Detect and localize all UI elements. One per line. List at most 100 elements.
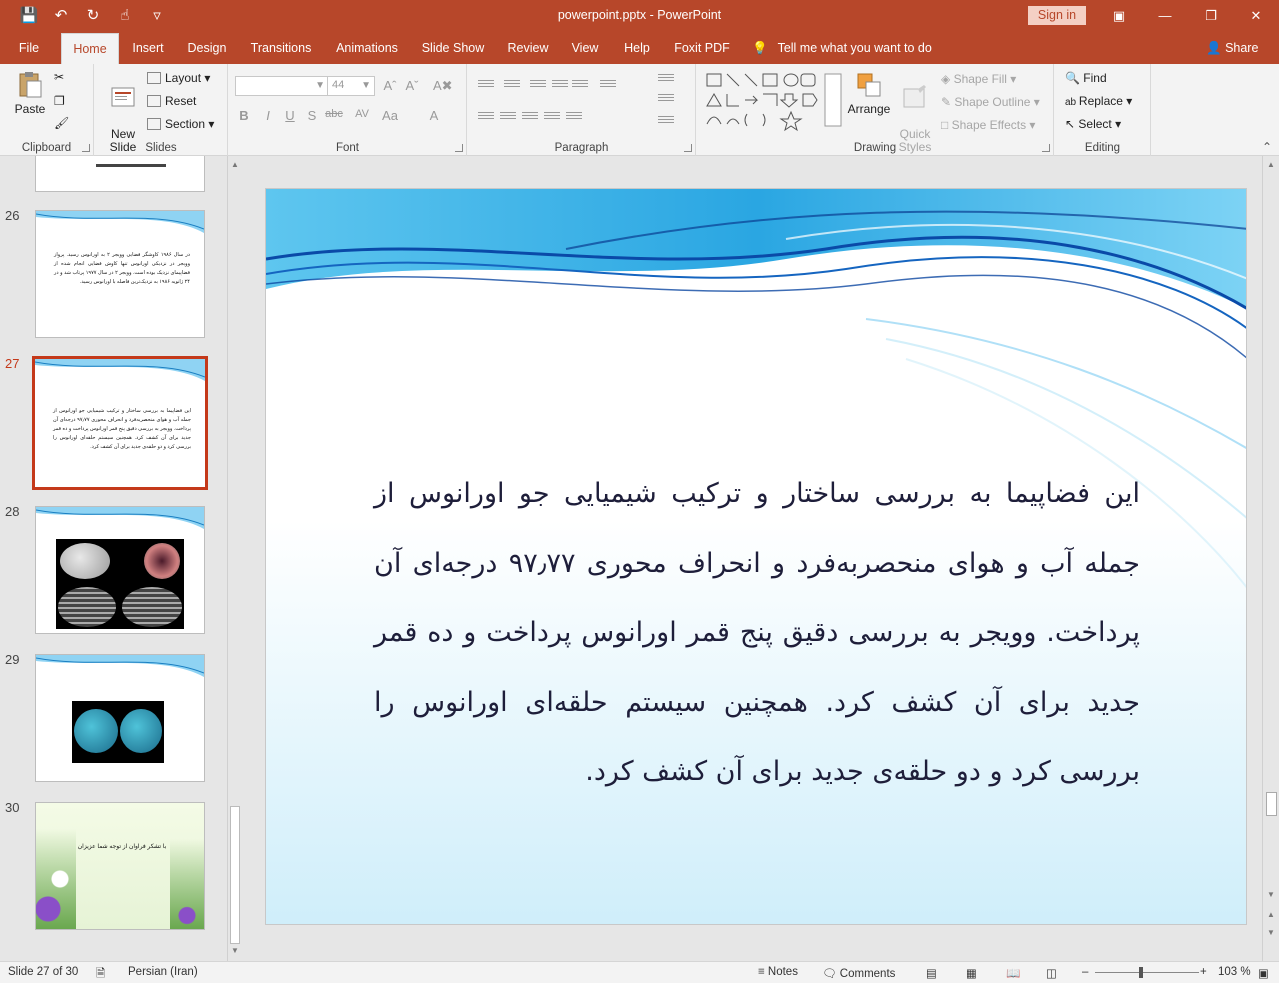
smartart-icon[interactable] xyxy=(658,116,674,128)
shape-effects-button[interactable]: □ Shape Effects ▾ xyxy=(941,118,1035,132)
tab-slide-show[interactable]: Slide Show xyxy=(417,33,489,64)
scroll-up-icon[interactable]: ▲ xyxy=(230,160,240,170)
paste-button[interactable]: Paste xyxy=(10,70,50,116)
align-center-icon[interactable] xyxy=(500,112,516,124)
text-direction-icon[interactable] xyxy=(658,74,674,86)
cut-icon[interactable]: ✂ xyxy=(54,70,64,84)
zoom-level[interactable]: 103 % xyxy=(1218,966,1251,978)
tab-view[interactable]: View xyxy=(566,33,604,64)
font-name-combo[interactable]: ▼ xyxy=(235,76,329,96)
main-slide[interactable]: این فضاپیما به بررسی ساختار و ترکیب شیمی… xyxy=(265,188,1247,925)
tab-insert[interactable]: Insert xyxy=(125,33,171,64)
shadow-icon[interactable]: S xyxy=(303,108,321,123)
shape-outline-button[interactable]: ✎ Shape Outline ▾ xyxy=(941,95,1040,109)
scroll-thumb[interactable] xyxy=(1266,792,1277,816)
arrange-button[interactable]: Arrange xyxy=(847,70,891,116)
slide-thumbnail-25[interactable]: ​ xyxy=(35,156,205,192)
slide-thumbnail-26[interactable]: در سال ۱۹۸۶ کاوشگر فضایی وویجر ۲ به اورا… xyxy=(35,210,205,338)
underline-icon[interactable]: U xyxy=(281,108,299,123)
increase-indent-icon[interactable] xyxy=(552,80,568,92)
replace-button[interactable]: ab Replace ▾ xyxy=(1065,94,1132,108)
numbering-icon[interactable] xyxy=(504,80,520,92)
undo-icon[interactable]: ↶ xyxy=(50,6,72,26)
collapse-ribbon-icon[interactable]: ⌃ xyxy=(1262,140,1272,154)
slide-thumbnail-29[interactable] xyxy=(35,654,205,782)
scroll-up-icon[interactable]: ▲ xyxy=(1266,160,1276,170)
language-indicator[interactable]: Persian (Iran) xyxy=(128,966,198,978)
columns-icon[interactable] xyxy=(566,112,582,124)
zoom-slider-thumb[interactable] xyxy=(1139,967,1143,978)
restore-icon[interactable]: ❐ xyxy=(1188,4,1234,28)
slide-scrollbar[interactable]: ▲ ▼ ▲ ▼ xyxy=(1262,156,1279,961)
scroll-down-icon[interactable]: ▼ xyxy=(1266,890,1276,900)
clear-format-icon[interactable]: A✖ xyxy=(433,78,453,94)
scroll-down-icon[interactable]: ▼ xyxy=(230,946,240,956)
tab-help[interactable]: Help xyxy=(616,33,658,64)
sign-in-button[interactable]: Sign in xyxy=(1028,6,1086,25)
reset-button[interactable]: Reset xyxy=(147,94,196,108)
spacing-icon[interactable]: AV xyxy=(353,108,371,120)
reading-view-icon[interactable]: 📖 xyxy=(1006,966,1020,980)
close-icon[interactable]: ✕ xyxy=(1233,4,1279,28)
tab-file[interactable]: File xyxy=(10,33,48,64)
customize-icon[interactable]: ▿ xyxy=(146,6,168,26)
decrease-indent-icon[interactable] xyxy=(530,80,546,92)
slideshow-view-icon[interactable]: ◫ xyxy=(1046,966,1057,980)
font-size-combo[interactable]: 44 ▼ xyxy=(327,76,375,96)
font-color-icon[interactable]: A xyxy=(425,108,443,123)
slide-sorter-icon[interactable]: ▦ xyxy=(966,966,977,980)
slide-body-text[interactable]: این فضاپیما به بررسی ساختار و ترکیب شیمی… xyxy=(374,459,1140,807)
tab-animations[interactable]: Animations xyxy=(330,33,404,64)
section-button[interactable]: Section ▾ xyxy=(147,117,214,131)
change-case-icon[interactable]: Aa xyxy=(381,108,399,123)
align-right-icon[interactable] xyxy=(522,112,538,124)
bullets-icon[interactable] xyxy=(478,80,494,92)
spelling-icon[interactable]: 🗎 xyxy=(96,966,105,983)
save-icon[interactable]: 💾 xyxy=(18,6,40,26)
tell-me-search[interactable]: 💡 Tell me what you want to do xyxy=(752,33,932,64)
slide-thumbnail-27[interactable]: این فضاپیما به بررسی ساختار و ترکیب شیمی… xyxy=(32,356,208,490)
thumbnails-scrollbar[interactable]: ▲ ▼ xyxy=(227,156,241,961)
italic-icon[interactable]: I xyxy=(259,108,277,123)
decrease-font-icon[interactable]: Aˇ xyxy=(403,78,421,93)
shapes-gallery-icon[interactable] xyxy=(705,72,843,132)
minimize-icon[interactable]: — xyxy=(1142,4,1188,28)
fit-to-window-icon[interactable]: ▣ xyxy=(1258,966,1269,980)
copy-icon[interactable]: ❐ xyxy=(54,94,65,108)
tab-review[interactable]: Review xyxy=(501,33,555,64)
shape-fill-button[interactable]: ◈ Shape Fill ▾ xyxy=(941,72,1016,86)
tab-foxit-pdf[interactable]: Foxit PDF xyxy=(668,33,736,64)
tab-transitions[interactable]: Transitions xyxy=(244,33,318,64)
normal-view-icon[interactable]: ▤ xyxy=(926,966,937,980)
strikethrough-icon[interactable]: abc xyxy=(325,108,343,120)
layout-button[interactable]: Layout ▾ xyxy=(147,71,210,85)
scroll-thumb[interactable] xyxy=(230,806,240,944)
slide-thumbnail-30[interactable]: با تشکر فراوان از توجه شما عزیزان xyxy=(35,802,205,930)
paragraph-launcher-icon[interactable] xyxy=(684,144,692,152)
next-slide-icon[interactable]: ▼ xyxy=(1266,928,1276,938)
tab-home[interactable]: Home xyxy=(61,33,119,64)
increase-font-icon[interactable]: Aˆ xyxy=(381,78,399,93)
share-button[interactable]: 👤 Share xyxy=(1206,33,1258,64)
font-launcher-icon[interactable] xyxy=(455,144,463,152)
format-painter-icon[interactable]: 🖌 xyxy=(54,116,69,130)
touch-mode-icon[interactable]: ☝ xyxy=(114,6,136,26)
clipboard-launcher-icon[interactable] xyxy=(82,144,90,152)
zoom-slider[interactable] xyxy=(1095,972,1199,973)
align-left-icon[interactable] xyxy=(478,112,494,124)
rtl-icon[interactable] xyxy=(600,80,616,92)
notes-button[interactable]: ≡ Notes xyxy=(758,966,798,978)
drawing-launcher-icon[interactable] xyxy=(1042,144,1050,152)
justify-icon[interactable] xyxy=(544,112,560,124)
comments-button[interactable]: 🗨 Comments xyxy=(822,966,895,980)
bold-icon[interactable]: B xyxy=(235,108,253,123)
line-spacing-icon[interactable] xyxy=(572,80,588,92)
zoom-out-icon[interactable]: – xyxy=(1082,966,1088,978)
zoom-in-icon[interactable]: + xyxy=(1200,966,1207,978)
align-text-icon[interactable] xyxy=(658,94,674,106)
select-button[interactable]: ↖ Select ▾ xyxy=(1065,117,1121,131)
previous-slide-icon[interactable]: ▲ xyxy=(1266,910,1276,920)
find-button[interactable]: 🔍 Find xyxy=(1065,71,1107,85)
tab-design[interactable]: Design xyxy=(182,33,232,64)
ribbon-display-icon[interactable]: ▣ xyxy=(1096,4,1142,28)
